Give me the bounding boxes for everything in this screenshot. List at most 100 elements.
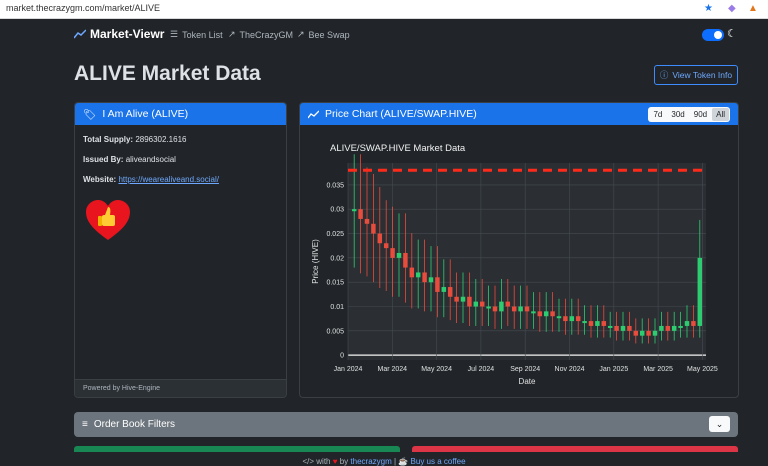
price-chart-card: Price Chart (ALIVE/SWAP.HIVE) 7d 30d 90d… xyxy=(299,102,739,398)
candle-body xyxy=(415,272,421,278)
nav-token-list-label: Token List xyxy=(182,29,223,40)
heart-icon: ♥ xyxy=(332,457,338,466)
candle-body xyxy=(601,321,607,326)
x-tick-label: Mar 2025 xyxy=(643,366,673,373)
issued-by-row: Issued By: aliveandsocial xyxy=(83,155,176,164)
footer-coffee-link[interactable]: Buy us a coffee xyxy=(411,457,466,466)
y-tick-label: 0.03 xyxy=(330,207,344,214)
candle-body xyxy=(620,325,626,331)
plot-area xyxy=(348,163,706,360)
candle-body xyxy=(524,306,530,312)
token-info-card: 🏷 I Am Alive (ALIVE) Total Supply: 28963… xyxy=(74,102,287,398)
price-chart: ALIVE/SWAP.HIVE Market Data 0 0.005 0.01 0.0… xyxy=(300,125,738,397)
candle-body xyxy=(460,296,466,302)
candle-body xyxy=(409,267,415,278)
x-tick-label: Jul 2024 xyxy=(468,366,495,373)
order-book-filters-label: Order Book Filters xyxy=(93,419,175,430)
candle-body xyxy=(614,325,619,331)
footer-author-link[interactable]: thecrazygm xyxy=(350,457,391,466)
candle-body xyxy=(646,330,651,336)
candle-body xyxy=(486,306,491,309)
filter-icon: ≡ xyxy=(82,419,88,430)
brand[interactable]: Market-Viewr xyxy=(74,27,164,41)
page-title: ALIVE Market Data xyxy=(74,62,261,85)
x-axis-label: Date xyxy=(519,377,536,386)
token-card-footer: Powered by Hive-Engine xyxy=(75,379,286,397)
x-tick-label: Nov 2024 xyxy=(555,366,585,373)
candle-body xyxy=(441,287,447,292)
candle-body xyxy=(639,330,645,336)
price-chart-svg: ALIVE/SWAP.HIVE Market Data 0 0.005 0.01 0.0… xyxy=(311,143,718,386)
x-tick-label: May 2025 xyxy=(687,366,718,373)
candle-body xyxy=(473,301,479,307)
candle-body xyxy=(582,321,587,324)
candle-body xyxy=(467,296,472,307)
x-tick-label: Jan 2025 xyxy=(599,366,628,373)
candle-body xyxy=(595,321,600,326)
y-tick-label: 0.015 xyxy=(326,280,344,287)
footer-with: with xyxy=(316,457,331,466)
candle-body xyxy=(569,316,575,322)
candle-body xyxy=(377,233,383,244)
candle-body xyxy=(518,306,523,312)
candle-body xyxy=(684,321,690,326)
view-token-info-button[interactable]: ⓘ View Token Info xyxy=(654,65,738,85)
website-link[interactable]: https://wearealiveand.social/ xyxy=(118,175,219,184)
chevron-down-icon[interactable]: ⌄ xyxy=(709,416,730,432)
nav-thecrazygm[interactable]: ↗ TheCrazyGM xyxy=(228,29,293,40)
candle-body xyxy=(556,316,562,319)
x-tick-label: Jan 2024 xyxy=(334,366,363,373)
x-tick-label: May 2024 xyxy=(421,366,452,373)
candle-body xyxy=(505,301,511,307)
candle-body xyxy=(492,306,498,312)
metamask-icon[interactable]: ▲ xyxy=(748,2,758,16)
candle-body xyxy=(499,301,504,312)
issued-by-label: Issued By: xyxy=(83,155,124,164)
candle-body xyxy=(435,277,440,292)
website-row: Website: https://wearealiveand.social/ xyxy=(83,175,219,184)
candle-body xyxy=(588,321,594,326)
y-tick-label: 0 xyxy=(340,353,344,360)
order-book-filters[interactable]: ≡ Order Book Filters ⌄ xyxy=(74,412,738,437)
y-axis-label: Price (HIVE) xyxy=(311,239,320,284)
token-card-title: I Am Alive (ALIVE) xyxy=(102,108,189,120)
url-field[interactable]: market.thecrazygm.com/market/ALIVE xyxy=(6,3,160,13)
candle-body xyxy=(550,311,555,317)
y-tick-label: 0.005 xyxy=(326,328,344,335)
range-7d-button[interactable]: 7d xyxy=(649,108,667,121)
tag-icon: 🏷 xyxy=(83,108,97,121)
candle-body xyxy=(351,209,357,212)
candle-body xyxy=(364,218,370,224)
candle-body xyxy=(537,311,543,317)
list-icon: ☰ xyxy=(170,29,179,39)
candle-body xyxy=(383,243,389,249)
candle-body xyxy=(563,316,568,322)
candle-body xyxy=(697,257,703,326)
candle-body xyxy=(531,311,536,314)
theme-toggle[interactable] xyxy=(702,29,724,41)
y-tick-label: 0.035 xyxy=(326,182,344,189)
total-supply-value: 2896302.1616 xyxy=(135,135,187,144)
coffee-icon: ☕ xyxy=(398,457,409,466)
range-30d-button[interactable]: 30d xyxy=(667,108,689,121)
candle-body xyxy=(665,325,671,331)
nav-bee-swap[interactable]: ↗ Bee Swap xyxy=(297,29,350,40)
extension-icon[interactable]: ◆ xyxy=(728,2,736,16)
moon-icon: ☾ xyxy=(727,28,737,40)
range-all-button[interactable]: All xyxy=(712,108,729,121)
range-90d-button[interactable]: 90d xyxy=(689,108,712,121)
navbar: Market-Viewr ☰ Token List ↗ TheCrazyGM ↗… xyxy=(0,19,768,51)
y-tick-label: 0.025 xyxy=(326,231,344,238)
total-supply-label: Total Supply: xyxy=(83,135,134,144)
candle-body xyxy=(659,325,664,331)
bookmark-star-icon[interactable]: ★ xyxy=(704,2,713,16)
candle-body xyxy=(371,223,376,234)
token-logo-heart xyxy=(86,200,130,240)
chart-line-icon xyxy=(308,110,319,118)
nav-token-list[interactable]: ☰ Token List xyxy=(170,29,223,40)
candle-body xyxy=(607,325,613,328)
total-supply-row: Total Supply: 2896302.1616 xyxy=(83,135,186,144)
candle-body xyxy=(428,277,434,283)
y-tick-label: 0.01 xyxy=(330,304,344,311)
external-link-icon: ↗ xyxy=(228,29,236,39)
